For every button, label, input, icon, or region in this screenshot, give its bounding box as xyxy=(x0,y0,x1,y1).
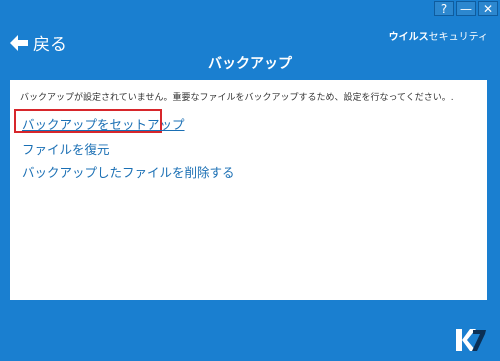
app-window: ? — ✕ 戻る ウイルスセキュリティ バックアップ バックアップが設定されてい… xyxy=(0,0,500,361)
page-title: バックアップ xyxy=(208,56,292,72)
content-panel: バックアップが設定されていません。重要なファイルをバックアップするため、設定を行… xyxy=(10,80,487,300)
close-button[interactable]: ✕ xyxy=(478,1,498,16)
brand-label: ウイルスセキュリティ xyxy=(389,28,488,43)
help-button[interactable]: ? xyxy=(434,1,454,16)
window-controls: ? — ✕ xyxy=(434,1,498,16)
back-arrow-icon xyxy=(10,34,28,51)
delete-backup-files-link[interactable]: バックアップしたファイルを削除する xyxy=(22,162,235,181)
setup-backup-link[interactable]: バックアップをセットアップ xyxy=(22,114,185,133)
restore-files-link[interactable]: ファイルを復元 xyxy=(22,139,110,158)
backup-status-text: バックアップが設定されていません。重要なファイルをバックアップするため、設定を行… xyxy=(20,93,454,103)
back-label: 戻る xyxy=(33,35,67,55)
k7-logo-icon xyxy=(456,329,486,351)
brand-bold: ウイルス xyxy=(388,32,429,43)
minimize-button[interactable]: — xyxy=(456,1,476,16)
back-button[interactable]: 戻る xyxy=(9,30,67,55)
brand-light: セキュリティ xyxy=(428,32,488,43)
